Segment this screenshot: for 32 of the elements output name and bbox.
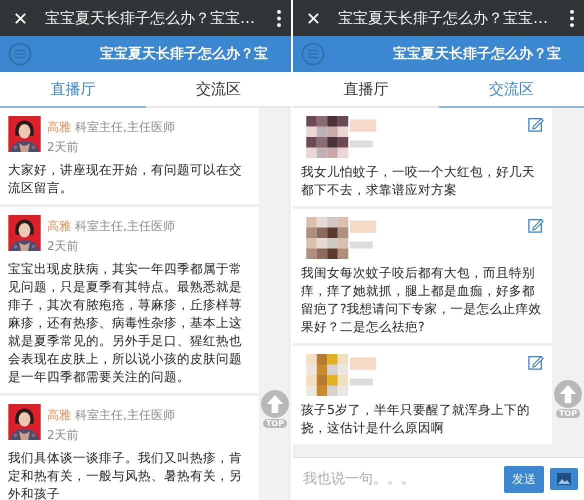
close-icon[interactable] xyxy=(307,12,320,24)
page-title: 宝宝夏天长痱子怎么办？宝 xyxy=(100,45,268,63)
post-text: 我闺女每次蚊子咬后都有大包，而且特别痒，痒了她就抓，腿上都是血痂，好多都留疤了?我想请问下专家，一是怎么止痒效果好？二是怎么祛疤? xyxy=(301,264,543,336)
author-name: 高雅 xyxy=(47,120,71,134)
edit-icon[interactable] xyxy=(528,116,544,132)
send-button[interactable]: 发送 xyxy=(504,466,544,492)
author-title: 科室主任,主任医师 xyxy=(75,120,175,134)
more-icon[interactable] xyxy=(570,10,574,26)
post-time: 2天前 xyxy=(47,238,79,255)
image-icon xyxy=(556,472,572,486)
image-button[interactable] xyxy=(550,468,578,490)
page-title: 宝宝夏天长痱子怎么办？宝 xyxy=(393,45,561,63)
author-name: 高雅 xyxy=(47,219,71,233)
back-to-top-label[interactable]: TOP xyxy=(262,419,288,428)
post-text: 孩子5岁了，半年只要醒了就浑身上下的挠，这估计是什么原因啊 xyxy=(301,401,531,437)
author-title: 科室主任,主任医师 xyxy=(75,408,175,422)
author-name: 高雅 xyxy=(47,408,71,422)
close-icon[interactable] xyxy=(14,12,27,24)
back-to-top-label[interactable]: TOP xyxy=(556,409,580,418)
post-time: 2天前 xyxy=(47,427,79,444)
post-time: 2天前 xyxy=(47,139,79,156)
window-title: 宝宝夏天长痱子怎么办？宝宝… xyxy=(338,8,549,28)
edit-icon[interactable] xyxy=(528,217,544,233)
post-text: 我女儿怕蚊子，一咬一个大红包，好几天都下不去，求靠谱应对方案 xyxy=(301,163,536,199)
comment-input[interactable]: 我也说一句。。。 xyxy=(303,471,498,487)
author-title: 科室主任,主任医师 xyxy=(75,219,175,233)
post-text: 大家好，讲座现在开始，有问题可以在交流区留言。 xyxy=(8,161,243,197)
post-text: 宝宝出现皮肤病，其实一年四季都属于常见问题，只是夏季有其特点。最熟悉就是痱子，其次有脓疱疮，荨麻疹，丘疹样荨麻疹，还有热疹、病毒性杂疹，基本上这就是夏季常见的。另外手足口、猩红热也会表现在皮肤上，所以说小孩的皮肤问题是一年四季都需要关注的问题。 xyxy=(8,260,243,386)
more-icon[interactable] xyxy=(277,10,281,26)
edit-icon[interactable] xyxy=(528,354,544,370)
post-text: 我们具体谈一谈痱子。我们又叫热疹，肯定和热有关，一般与风热、暑热有关，另外和孩子 xyxy=(8,449,243,500)
window-title: 宝宝夏天长痱子怎么办？宝宝… xyxy=(45,8,256,28)
